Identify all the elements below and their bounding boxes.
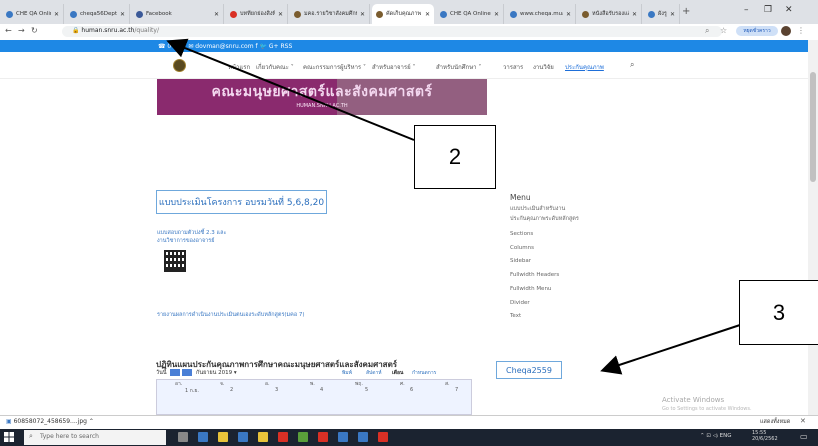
arrow-3 — [600, 324, 741, 375]
show-all-downloads[interactable]: แสดงทั้งหมด — [760, 418, 790, 426]
taskbar-search-placeholder: Type here to search — [40, 433, 99, 440]
pdf-icon[interactable] — [378, 432, 388, 442]
callout-3: 3 — [739, 280, 818, 345]
windows-start-icon[interactable] — [4, 432, 14, 442]
notification-icon[interactable]: ▭ — [800, 432, 808, 441]
edge-icon[interactable] — [198, 432, 208, 442]
store-icon[interactable] — [238, 432, 248, 442]
download-bar-close-icon[interactable]: ✕ — [800, 417, 806, 425]
app-icon[interactable] — [338, 432, 348, 442]
annotation-arrows — [166, 38, 741, 375]
taskbar-clock[interactable]: 15:55 20/6/2562 — [752, 430, 778, 442]
chrome-icon[interactable] — [278, 432, 288, 442]
chrome-icon[interactable] — [318, 432, 328, 442]
system-tray[interactable]: ⌃ ⊡ ◁ᵢ ENG — [700, 433, 732, 439]
callout-2: 2 — [414, 125, 496, 189]
download-bar — [0, 415, 818, 430]
image-file-icon: ▣ — [6, 418, 12, 425]
file-explorer-icon[interactable] — [218, 432, 228, 442]
task-view-icon[interactable] — [178, 432, 188, 442]
chrome-icon[interactable] — [258, 432, 268, 442]
chrome-icon[interactable] — [298, 432, 308, 442]
word-icon[interactable] — [358, 432, 368, 442]
search-icon: ⌕ — [29, 432, 33, 440]
download-filename: 60858072_458659....jpg — [13, 418, 87, 425]
arrow-2 — [166, 38, 415, 141]
download-item[interactable]: ▣ 60858072_458659....jpg ⌃ — [6, 418, 94, 425]
chevron-up-icon[interactable]: ⌃ — [89, 418, 94, 425]
